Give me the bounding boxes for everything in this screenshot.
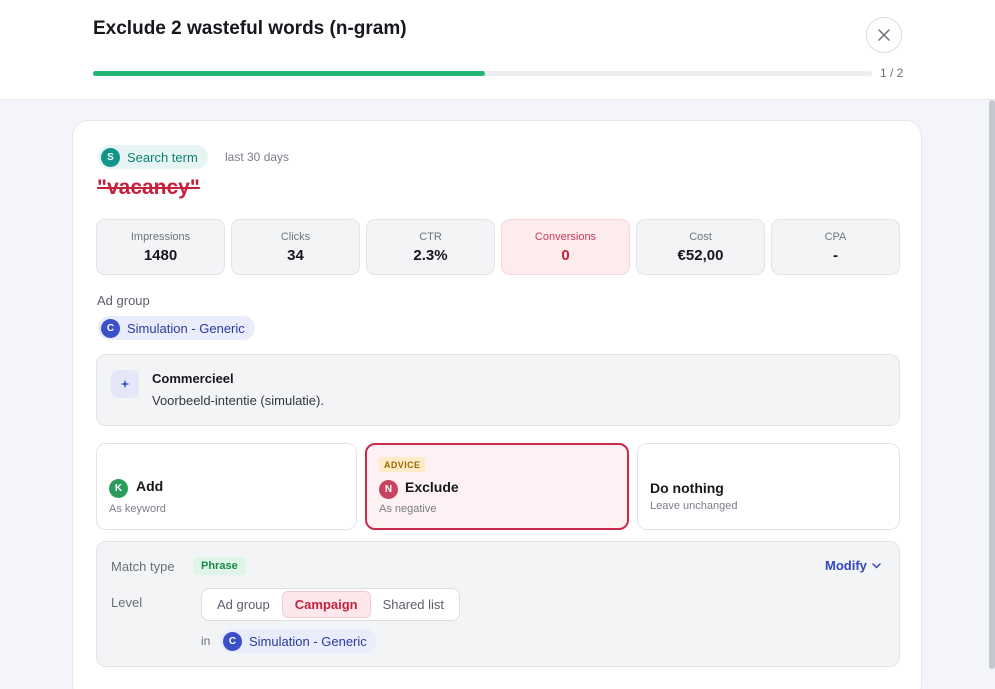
in-label: in [201, 634, 211, 648]
option-exclude-subtitle: As negative [379, 503, 437, 515]
search-term-text: "vacancy" [97, 176, 200, 199]
add-letter: K [109, 479, 128, 498]
search-term-badge-label: Search term [127, 149, 198, 165]
intent-box: Commercieel Voorbeeld-intentie (simulati… [96, 354, 900, 426]
option-exclude[interactable]: ADVICE N Exclude As negative [365, 443, 629, 530]
level-campaign[interactable]: Campaign [281, 591, 371, 618]
ad-group-badge: C Simulation - Generic [98, 316, 255, 340]
level-ad-group[interactable]: Ad group [205, 591, 282, 618]
metric-label: Impressions [130, 230, 191, 243]
option-add-subtitle: As keyword [109, 503, 166, 515]
metric-ctr: CTR 2.3% [366, 219, 495, 275]
intent-description: Voorbeeld-intentie (simulatie). [152, 393, 324, 408]
option-exclude-title: Exclude [405, 479, 459, 495]
progress-bar [93, 71, 872, 76]
level-shared-list[interactable]: Shared list [371, 591, 456, 618]
ad-group-name: Simulation - Generic [127, 320, 245, 336]
date-range: last 30 days [225, 150, 290, 164]
ad-group-label: Ad group [97, 293, 150, 308]
metric-value: 2.3% [413, 246, 448, 264]
metric-label: Cost [689, 230, 712, 243]
scrollbar[interactable] [989, 100, 995, 669]
option-do-nothing[interactable]: Do nothing Leave unchanged [637, 443, 900, 530]
metric-impressions: Impressions 1480 [96, 219, 225, 275]
target-campaign-name: Simulation - Generic [249, 633, 367, 649]
exclusion-settings: Match type Phrase Modify Level Ad group … [96, 541, 900, 667]
search-term-letter: S [101, 147, 120, 167]
metric-label: CPA [824, 230, 847, 243]
metrics-row: Impressions 1480 Clicks 34 CTR 2.3% Conv… [96, 219, 900, 275]
chevron-down-icon [872, 562, 881, 569]
recommendation-card: S Search term last 30 days "vacancy" Imp… [72, 120, 922, 689]
level-label: Level [111, 595, 143, 610]
metric-label: Conversions [534, 230, 597, 243]
option-add-title: Add [136, 478, 164, 494]
modify-button[interactable]: Modify [825, 558, 881, 573]
metric-cpa: CPA - [771, 219, 900, 275]
level-selector: Ad group Campaign Shared list [201, 588, 461, 621]
exclude-letter: N [379, 480, 398, 499]
advice-badge: ADVICE [379, 457, 426, 472]
metric-cost: Cost €52,00 [636, 219, 765, 275]
progress-bar-fill [93, 71, 485, 76]
option-add[interactable]: K Add As keyword [96, 443, 357, 530]
match-type-label: Match type [111, 559, 175, 574]
metric-value: - [833, 246, 838, 264]
close-icon [878, 29, 890, 41]
action-options: K Add As keyword ADVICE N Exclude As neg… [96, 443, 900, 530]
option-nothing-title: Do nothing [650, 480, 724, 496]
sparkle-icon [111, 370, 139, 398]
progress-count: 1 / 2 [880, 66, 904, 80]
metric-label: CTR [419, 230, 442, 243]
option-nothing-subtitle: Leave unchanged [650, 500, 738, 512]
metric-value: 34 [287, 246, 304, 264]
target-campaign-letter: C [223, 631, 242, 651]
ad-group-letter: C [101, 318, 120, 338]
metric-value: 1480 [143, 246, 178, 264]
intent-title: Commercieel [152, 371, 234, 386]
match-type-badge: Phrase [193, 557, 246, 575]
metric-clicks: Clicks 34 [231, 219, 360, 275]
modify-label: Modify [825, 558, 867, 573]
metric-label: Clicks [280, 230, 311, 243]
dialog-title: Exclude 2 wasteful words (n-gram) [93, 18, 407, 39]
metric-conversions: Conversions 0 [501, 219, 630, 275]
target-campaign-badge: C Simulation - Generic [220, 629, 377, 653]
close-button[interactable] [866, 17, 902, 53]
metric-value: €52,00 [677, 246, 724, 264]
metric-value: 0 [561, 246, 570, 264]
search-term-badge: S Search term [98, 145, 208, 169]
dialog-header: Exclude 2 wasteful words (n-gram) 1 / 2 [0, 0, 995, 100]
